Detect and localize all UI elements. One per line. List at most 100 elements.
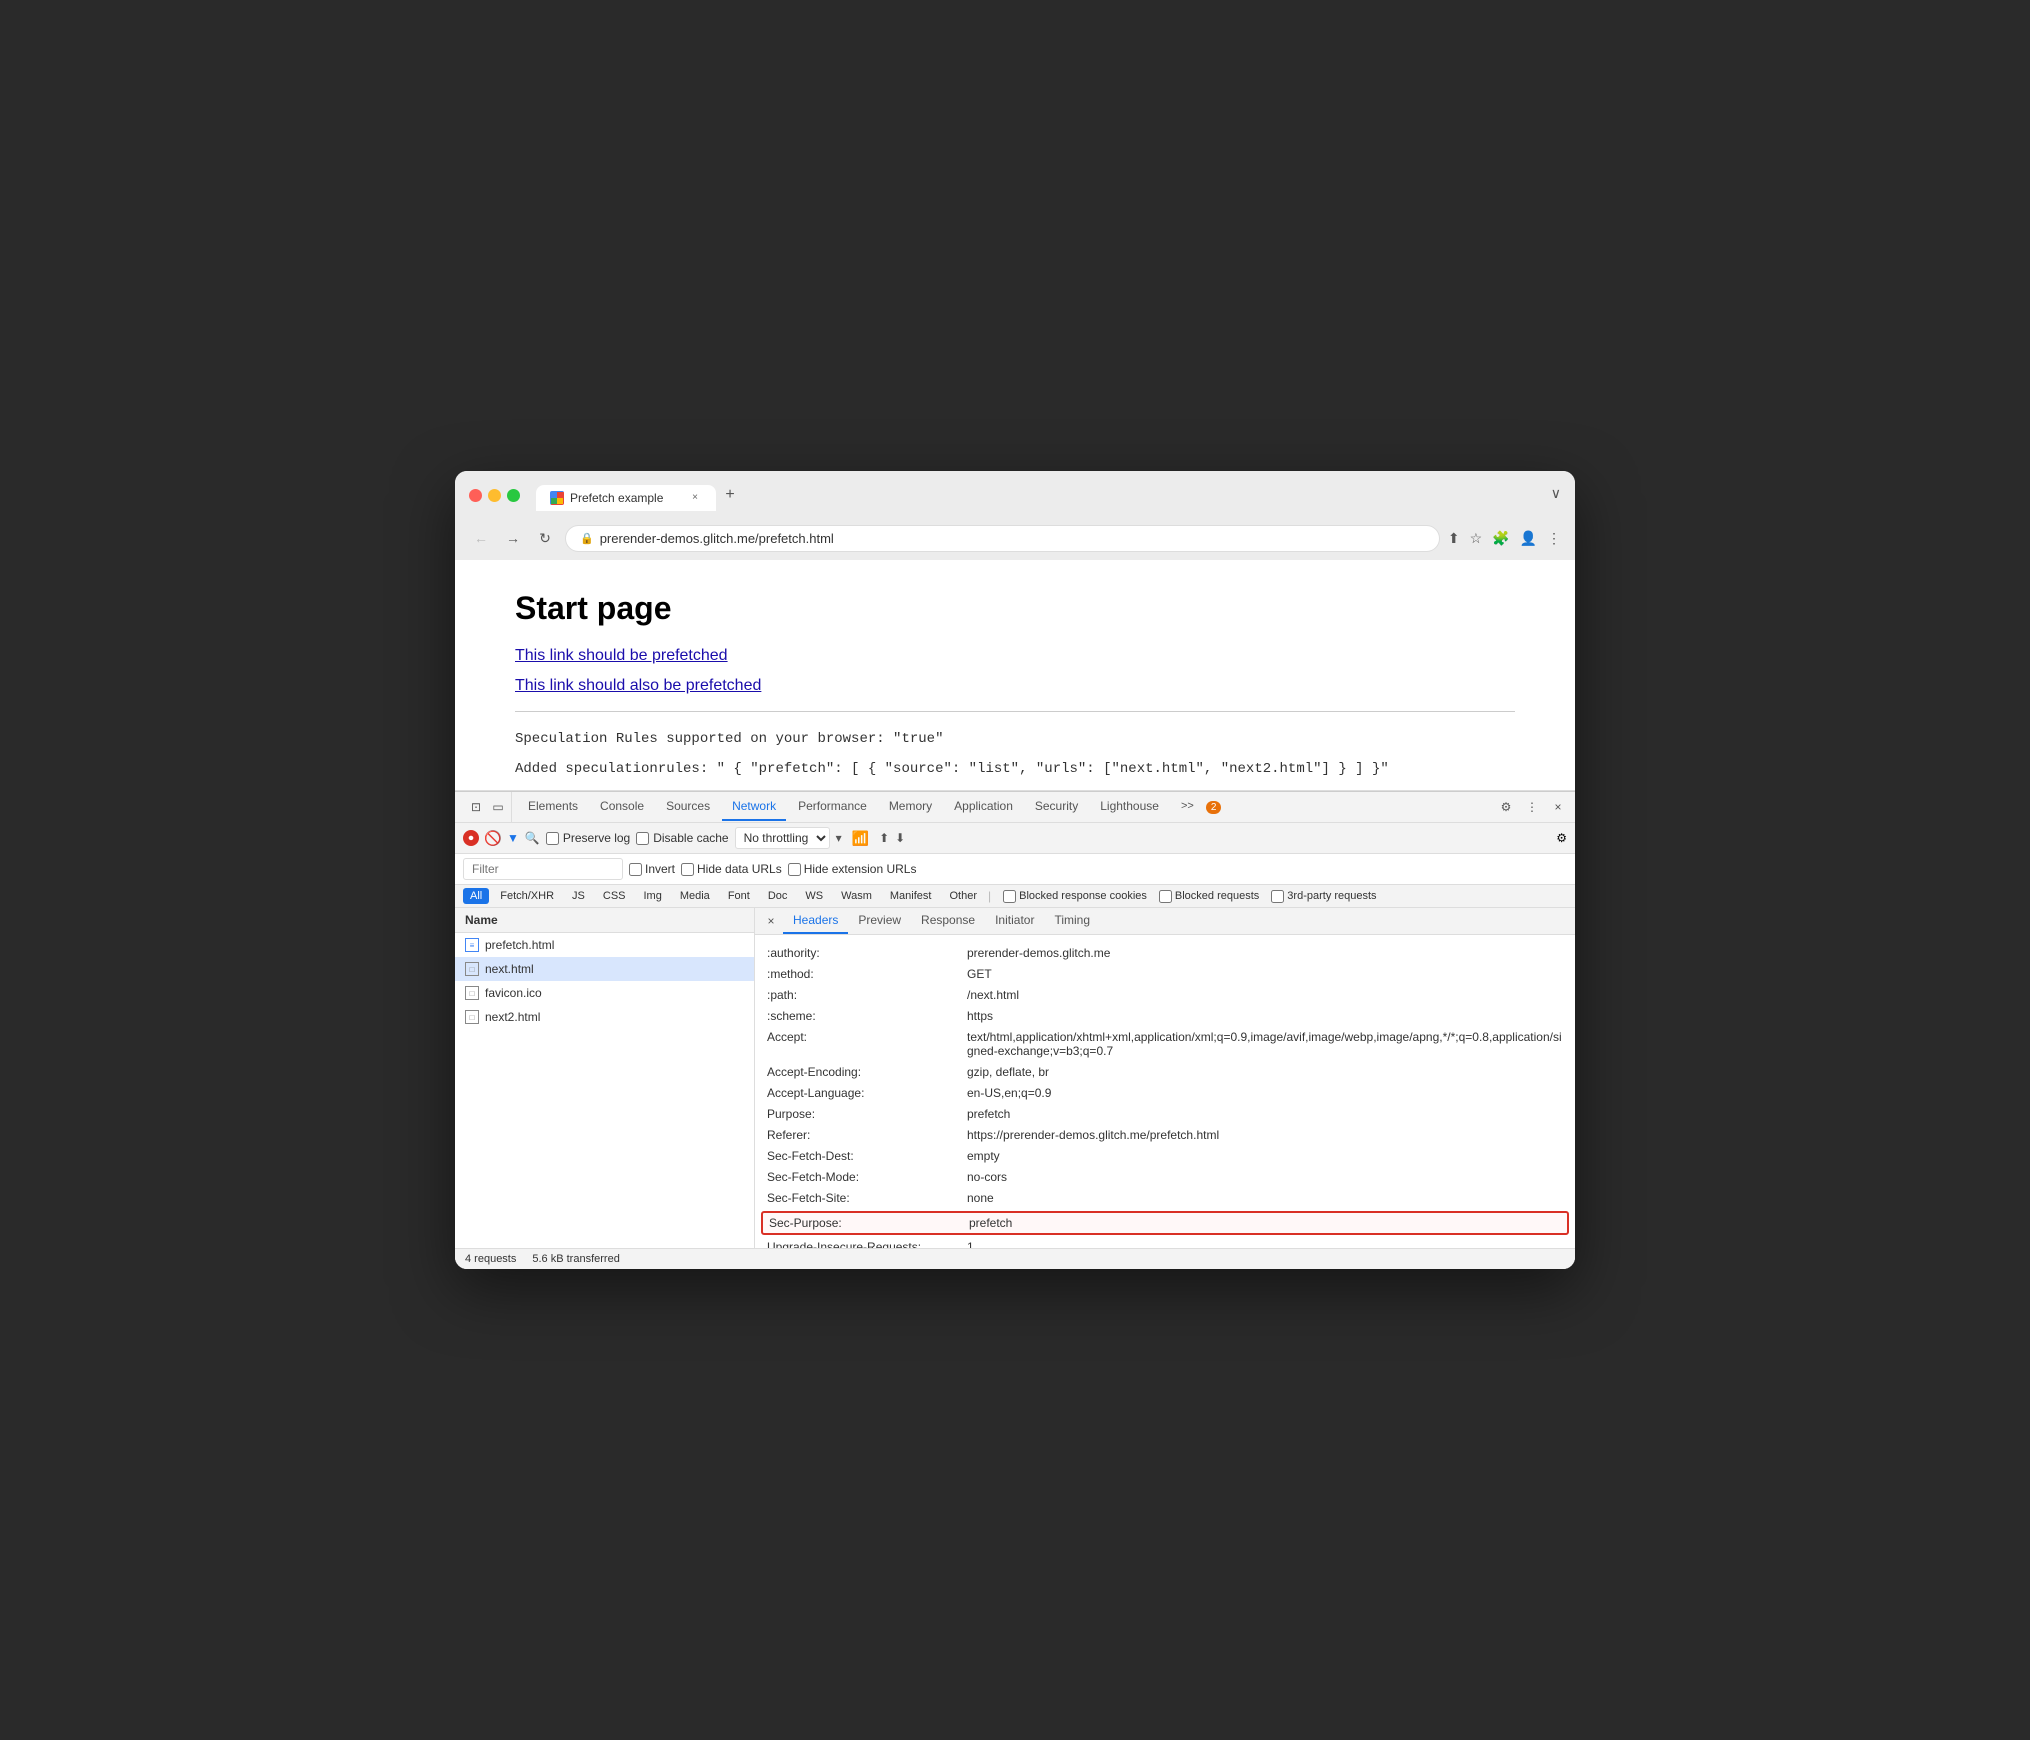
invert-checkbox[interactable] xyxy=(629,863,642,876)
forward-button[interactable]: → xyxy=(501,526,525,550)
blocked-response-label[interactable]: Blocked response cookies xyxy=(1003,890,1147,903)
transferred-size: 5.6 kB transferred xyxy=(532,1253,619,1265)
header-row: Purpose:prefetch xyxy=(767,1104,1563,1125)
maximize-button[interactable] xyxy=(507,489,520,502)
filter-bar: Invert Hide data URLs Hide extension URL… xyxy=(455,854,1575,885)
headers-close-button[interactable]: × xyxy=(763,913,779,929)
generic-file-icon-1: □ xyxy=(465,962,479,976)
type-media[interactable]: Media xyxy=(673,888,717,904)
hide-ext-urls-label[interactable]: Hide extension URLs xyxy=(788,862,917,876)
third-party-label[interactable]: 3rd-party requests xyxy=(1271,890,1376,903)
tab-elements[interactable]: Elements xyxy=(518,793,588,821)
hide-data-urls-checkbox[interactable] xyxy=(681,863,694,876)
header-name: Sec-Fetch-Mode: xyxy=(767,1170,967,1184)
tab-bar: Prefetch example × + xyxy=(536,481,1543,511)
preserve-log-checkbox[interactable] xyxy=(546,832,559,845)
file-row-prefetch-html[interactable]: ≡ prefetch.html xyxy=(455,933,754,957)
throttle-select[interactable]: No throttling xyxy=(735,827,830,849)
tab-network[interactable]: Network xyxy=(722,793,786,821)
reload-button[interactable]: ↻ xyxy=(533,526,557,550)
headers-tab-timing[interactable]: Timing xyxy=(1044,908,1100,934)
tab-sources[interactable]: Sources xyxy=(656,793,720,821)
devtools-more-icon[interactable]: ⋮ xyxy=(1523,798,1541,816)
header-name: Sec-Fetch-Site: xyxy=(767,1191,967,1205)
type-ws[interactable]: WS xyxy=(798,888,830,904)
devtools-icon-group: ⊡ ▭ xyxy=(463,792,512,822)
disable-cache-checkbox[interactable] xyxy=(636,832,649,845)
url-text: prerender-demos.glitch.me/prefetch.html xyxy=(600,531,834,546)
profile-icon[interactable]: 👤 xyxy=(1520,530,1537,547)
clear-button[interactable]: 🚫 xyxy=(485,830,501,846)
tab-memory[interactable]: Memory xyxy=(879,793,942,821)
type-wasm[interactable]: Wasm xyxy=(834,888,879,904)
header-row: Accept:text/html,application/xhtml+xml,a… xyxy=(767,1027,1563,1062)
type-img[interactable]: Img xyxy=(637,888,669,904)
blocked-response-checkbox[interactable] xyxy=(1003,890,1016,903)
header-name: :path: xyxy=(767,988,967,1002)
device-icon[interactable]: ▭ xyxy=(489,798,507,816)
header-row: Accept-Language:en-US,en;q=0.9 xyxy=(767,1083,1563,1104)
tab-console[interactable]: Console xyxy=(590,793,654,821)
filter-input[interactable] xyxy=(463,858,623,880)
hide-ext-urls-checkbox[interactable] xyxy=(788,863,801,876)
headers-tab-initiator[interactable]: Initiator xyxy=(985,908,1044,934)
inspect-icon[interactable]: ⊡ xyxy=(467,798,485,816)
third-party-checkbox[interactable] xyxy=(1271,890,1284,903)
url-bar[interactable]: 🔒 prerender-demos.glitch.me/prefetch.htm… xyxy=(565,525,1440,552)
close-button[interactable] xyxy=(469,489,482,502)
type-all[interactable]: All xyxy=(463,888,489,904)
type-css[interactable]: CSS xyxy=(596,888,633,904)
tab-lighthouse[interactable]: Lighthouse xyxy=(1090,793,1169,821)
file-row-favicon[interactable]: □ favicon.ico xyxy=(455,981,754,1005)
link-2[interactable]: This link should also be prefetched xyxy=(515,677,1515,695)
type-doc[interactable]: Doc xyxy=(761,888,795,904)
record-button[interactable]: ⏺ xyxy=(463,830,479,846)
browser-tab[interactable]: Prefetch example × xyxy=(536,485,716,511)
file-row-next2-html[interactable]: □ next2.html xyxy=(455,1005,754,1029)
devtools-close-icon[interactable]: × xyxy=(1549,798,1567,816)
share-icon[interactable]: ⬆ xyxy=(1448,530,1460,547)
header-row: Upgrade-Insecure-Requests:1 xyxy=(767,1237,1563,1248)
type-fetch-xhr[interactable]: Fetch/XHR xyxy=(493,888,561,904)
tab-application[interactable]: Application xyxy=(944,793,1023,821)
type-js[interactable]: JS xyxy=(565,888,592,904)
invert-label[interactable]: Invert xyxy=(629,862,675,876)
header-value: /next.html xyxy=(967,988,1563,1002)
tab-security[interactable]: Security xyxy=(1025,793,1088,821)
hide-data-urls-label[interactable]: Hide data URLs xyxy=(681,862,782,876)
type-filter-bar: All Fetch/XHR JS CSS Img Media Font Doc … xyxy=(455,885,1575,908)
link-1[interactable]: This link should be prefetched xyxy=(515,647,1515,665)
type-manifest[interactable]: Manifest xyxy=(883,888,939,904)
header-name: :method: xyxy=(767,967,967,981)
dropdown-button[interactable]: ∨ xyxy=(1551,485,1561,502)
minimize-button[interactable] xyxy=(488,489,501,502)
search-icon[interactable]: 🔍 xyxy=(525,831,540,845)
filter-icon[interactable]: ▼ xyxy=(507,831,519,845)
back-button[interactable]: ← xyxy=(469,526,493,550)
headers-tab-response[interactable]: Response xyxy=(911,908,985,934)
network-toolbar: ⏺ 🚫 ▼ 🔍 Preserve log Disable cache No th… xyxy=(455,823,1575,854)
extension-icon[interactable]: 🧩 xyxy=(1492,530,1509,547)
headers-tab-preview[interactable]: Preview xyxy=(848,908,911,934)
header-name: Upgrade-Insecure-Requests: xyxy=(767,1240,967,1248)
network-settings-icon[interactable]: ⚙ xyxy=(1556,831,1567,845)
bookmark-icon[interactable]: ☆ xyxy=(1470,530,1483,547)
blocked-requests-label[interactable]: Blocked requests xyxy=(1159,890,1259,903)
more-tabs-button[interactable]: >> xyxy=(1171,794,1204,820)
headers-tab-headers[interactable]: Headers xyxy=(783,908,848,934)
type-other[interactable]: Other xyxy=(942,888,984,904)
menu-icon[interactable]: ⋮ xyxy=(1547,530,1561,547)
headers-panel: × Headers Preview Response Initiator Tim… xyxy=(755,908,1575,1248)
file-row-next-html[interactable]: □ next.html xyxy=(455,957,754,981)
header-value: none xyxy=(967,1191,1563,1205)
type-font[interactable]: Font xyxy=(721,888,757,904)
preserve-log-label[interactable]: Preserve log xyxy=(546,831,630,845)
new-tab-button[interactable]: + xyxy=(716,481,744,509)
disable-cache-label[interactable]: Disable cache xyxy=(636,831,728,845)
tab-close-button[interactable]: × xyxy=(688,491,702,505)
files-list: Name ≡ prefetch.html □ next.html □ favic… xyxy=(455,908,755,1248)
blocked-requests-checkbox[interactable] xyxy=(1159,890,1172,903)
tab-performance[interactable]: Performance xyxy=(788,793,877,821)
header-name: Purpose: xyxy=(767,1107,967,1121)
devtools-settings-icon[interactable]: ⚙ xyxy=(1497,798,1515,816)
